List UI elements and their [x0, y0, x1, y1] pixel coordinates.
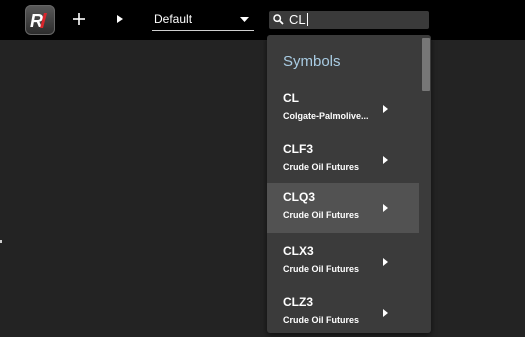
symbol-code: CLF3	[283, 142, 313, 156]
search-value: CL	[289, 12, 306, 27]
dropdown-scrollbar[interactable]	[422, 38, 430, 91]
r1-logo-icon: R	[30, 11, 47, 31]
symbol-code: CLZ3	[283, 295, 313, 309]
caret-right-icon	[383, 156, 388, 164]
symbol-description: Crude Oil Futures	[283, 210, 360, 220]
symbol-row[interactable]: CLF3 Crude Oil Futures	[267, 135, 419, 185]
top-toolbar: R Default CL	[0, 0, 525, 40]
symbol-row-highlighted[interactable]: CLQ3 Crude Oil Futures	[267, 183, 419, 233]
app-logo[interactable]: R	[25, 5, 55, 35]
caret-right-icon	[383, 309, 388, 317]
caret-right-icon	[383, 258, 388, 266]
caret-right-icon	[117, 15, 123, 23]
symbol-code: CLQ3	[283, 190, 316, 204]
symbol-description: Crude Oil Futures	[283, 315, 360, 325]
symbol-description: Crude Oil Futures	[283, 264, 360, 274]
text-cursor	[306, 13, 308, 26]
symbol-description: Colgate-Palmolive...	[283, 111, 369, 121]
chevron-down-icon	[240, 17, 249, 22]
search-icon	[273, 14, 284, 25]
dropdown-heading: Symbols	[283, 53, 341, 70]
add-button[interactable]	[69, 9, 89, 29]
caret-right-icon	[383, 204, 388, 212]
symbol-row[interactable]: CL Colgate-Palmolive...	[267, 84, 419, 134]
symbol-search-dropdown: Symbols CL Colgate-Palmolive... CLF3 Cru…	[267, 35, 431, 333]
symbol-row[interactable]: CLZ3 Crude Oil Futures	[267, 288, 419, 333]
search-value-wrap: CL	[289, 12, 308, 27]
symbol-search-input[interactable]: CL	[269, 11, 429, 29]
caret-right-icon	[383, 105, 388, 113]
panel-edge-marker	[0, 240, 2, 243]
symbol-code: CLX3	[283, 244, 314, 258]
symbol-description: Crude Oil Futures	[283, 162, 360, 172]
symbol-row[interactable]: CLX3 Crude Oil Futures	[267, 237, 419, 287]
expand-button[interactable]	[113, 11, 127, 27]
symbol-code: CL	[283, 91, 299, 105]
plus-icon	[73, 13, 85, 25]
layout-select-value: Default	[154, 12, 193, 26]
layout-select[interactable]: Default	[152, 10, 254, 31]
